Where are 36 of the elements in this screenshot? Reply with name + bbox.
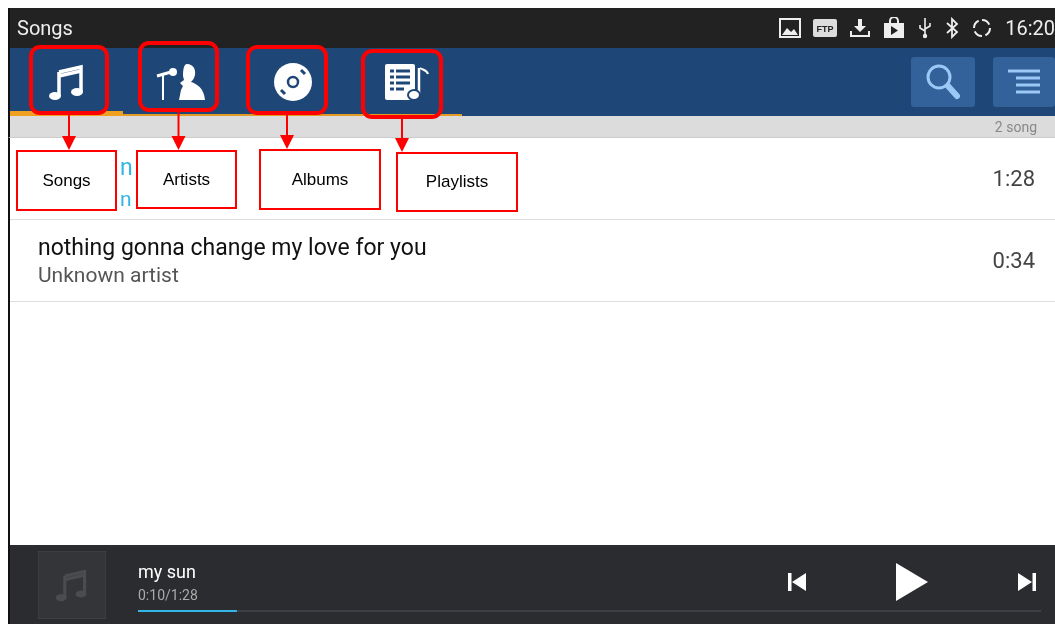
song-count: 2 song [994,118,1037,135]
bluetooth-icon [945,17,960,39]
usb-icon [917,17,934,39]
callout-arrow [280,114,294,149]
menu-icon [1006,69,1042,95]
callout-arrow [62,114,76,150]
ftp-icon: FTP [813,19,838,37]
download-icon [849,18,872,38]
song-artist: Unknown artist [38,263,180,287]
callout-label: Songs [16,150,117,211]
search-button[interactable] [911,57,975,107]
song-title: nothing gonna change my love for you [38,234,427,261]
disc-icon [272,62,313,102]
song-artist: n [120,187,133,211]
menu-button[interactable] [993,57,1055,107]
callout-label: Artists [136,150,237,209]
song-duration: 0:34 [992,248,1035,273]
sync-icon [971,17,994,39]
callout-arrow [395,118,409,152]
clock: 16:20 [1005,16,1055,40]
playlist-icon [382,62,429,102]
callout-label: Playlists [396,152,518,212]
image-icon [779,18,802,38]
screen-title: Songs [17,16,73,40]
previous-icon [787,571,807,592]
callout-label: Albums [259,149,381,210]
callout-arrow [171,111,186,150]
song-row[interactable]: nothing gonna change my love for you Unknown artist 0:34 [10,220,1055,302]
song-duration: 1:28 [992,166,1035,191]
now-playing-title: my sun [138,560,197,582]
next-icon [1017,571,1037,592]
song-title: n [120,154,133,181]
search-icon [924,62,962,102]
playback-time: 0:10/1:28 [138,586,198,603]
play-icon [895,561,929,602]
shopping-bag-icon [883,17,906,39]
